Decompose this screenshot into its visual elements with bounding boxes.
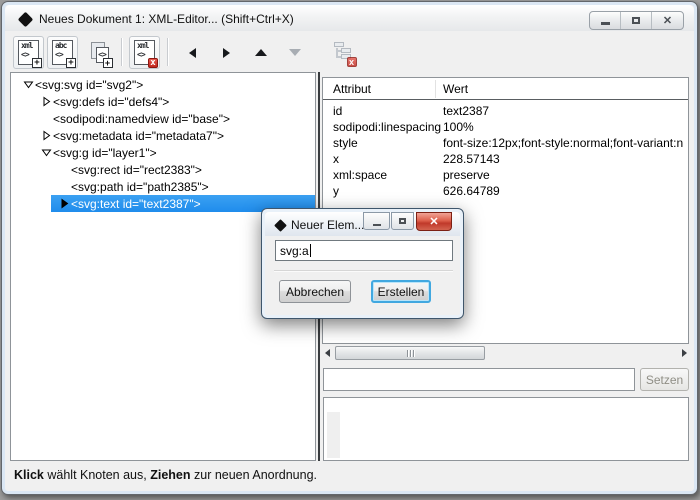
tree-node-svg-metadata[interactable]: <svg:metadata id="metadata7"> <box>11 127 315 144</box>
close-icon: ✕ <box>662 15 673 27</box>
delete-node-icon: xml <> x <box>134 40 158 68</box>
dialog-close-button[interactable]: ✕ <box>416 212 452 231</box>
tree-node-label: <svg:rect id="rect2383"> <box>71 162 202 177</box>
toolbar-separator <box>121 38 122 66</box>
move-node-up-button[interactable] <box>247 36 274 69</box>
maximize-button[interactable] <box>621 12 652 29</box>
tree-node-label: <svg:path id="path2385"> <box>71 179 209 194</box>
expander-expanded-icon[interactable] <box>21 79 35 90</box>
set-value-button[interactable]: Setzen <box>640 368 689 391</box>
tree-node-label: <svg:text id="text2387"> <box>71 196 201 211</box>
attribute-value-textarea[interactable] <box>323 397 689 461</box>
dialog-title: Neuer Elem... <box>291 218 365 232</box>
dialog-separator <box>274 270 453 271</box>
tree-node-svg-defs[interactable]: <svg:defs id="defs4"> <box>11 93 315 110</box>
scrollbar-thumb[interactable] <box>335 346 485 360</box>
new-element-node-button[interactable]: xml <> + <box>13 36 44 69</box>
arrow-right-icon <box>223 47 230 58</box>
dialog-minimize-button[interactable] <box>363 212 390 230</box>
close-icon: ✕ <box>429 216 439 228</box>
minimize-button[interactable] <box>590 12 621 29</box>
attribute-row-x[interactable]: x 228.57143 <box>323 152 688 168</box>
tree-node-label: <svg:defs id="defs4"> <box>53 94 170 109</box>
inkscape-logo-icon <box>274 219 287 232</box>
arrow-up-icon <box>254 49 267 56</box>
column-header-attribut[interactable]: Attribut <box>333 82 371 96</box>
create-button[interactable]: Erstellen <box>371 280 431 303</box>
inkscape-logo-icon <box>17 11 34 28</box>
attribute-row-id[interactable]: id text2387 <box>323 104 688 120</box>
new-text-node-button[interactable]: abc <> + <box>47 36 78 69</box>
move-node-down-button[interactable] <box>281 36 308 69</box>
duplicate-node-icon: <> + <box>88 40 113 68</box>
horizontal-scrollbar[interactable] <box>323 346 689 360</box>
expander-collapsed-icon[interactable] <box>39 130 53 141</box>
element-name-value: svg:a <box>280 243 309 258</box>
status-bold-ziehen: Ziehen <box>150 468 191 482</box>
arrow-left-icon <box>189 47 196 58</box>
attribute-table-header: Attribut Wert <box>323 78 688 100</box>
tree-node-svg-rect[interactable]: <svg:rect id="rect2383"> <box>11 161 315 178</box>
close-button[interactable]: ✕ <box>652 12 683 29</box>
tree-node-svg-g[interactable]: <svg:g id="layer1"> <box>11 144 315 161</box>
attribute-value-input[interactable] <box>323 368 635 391</box>
element-name-input[interactable]: svg:a <box>275 240 453 261</box>
scroll-right-icon[interactable] <box>682 349 687 357</box>
textarea-ghost-block <box>327 412 340 458</box>
window-title: Neues Dokument 1: XML-Editor... (Shift+C… <box>39 12 294 26</box>
toolbar-separator <box>167 38 168 66</box>
tree-node-label: <svg:svg id="svg2"> <box>35 77 144 92</box>
text-caret <box>309 244 311 257</box>
maximize-icon <box>399 218 406 224</box>
expander-expanded-icon[interactable] <box>39 147 53 158</box>
column-header-wert[interactable]: Wert <box>443 82 468 96</box>
dialog-maximize-button[interactable] <box>391 212 414 230</box>
attribute-row-y[interactable]: y 626.64789 <box>323 184 688 200</box>
tree-node-label: <svg:metadata id="metadata7"> <box>53 128 224 143</box>
unindent-node-button[interactable] <box>179 36 206 69</box>
expander-collapsed-icon[interactable] <box>39 96 53 107</box>
delete-attribute-button[interactable]: x <box>327 36 360 69</box>
new-element-node-icon: xml <> + <box>18 40 42 68</box>
new-element-dialog: Neuer Elem... ✕ svg:a Abbrechen Erstelle… <box>261 208 464 319</box>
delete-node-button[interactable]: xml <> x <box>129 36 160 69</box>
minimize-icon <box>600 22 610 25</box>
attribute-row-style[interactable]: style font-size:12px;font-style:normal;f… <box>323 136 688 152</box>
tree-node-sodipodi-namedview[interactable]: <sodipodi:namedview id="base"> <box>11 110 315 127</box>
expander-collapsed-icon[interactable] <box>57 198 71 209</box>
indent-node-button[interactable] <box>213 36 240 69</box>
arrow-down-icon <box>288 49 301 56</box>
duplicate-node-button[interactable]: <> + <box>84 36 115 69</box>
tree-node-svg-svg[interactable]: <svg:svg id="svg2"> <box>11 76 315 93</box>
maximize-icon <box>632 17 640 24</box>
cancel-button[interactable]: Abbrechen <box>279 280 351 303</box>
window-controls: ✕ <box>589 11 684 30</box>
status-bold-klick: Klick <box>14 468 44 482</box>
tree-node-label: <svg:g id="layer1"> <box>53 145 157 160</box>
xml-editor-window: Neues Dokument 1: XML-Editor... (Shift+C… <box>1 1 698 495</box>
status-bar: Klick wählt Knoten aus, Ziehen zur neuen… <box>14 468 318 482</box>
delete-attribute-icon: x <box>333 41 357 67</box>
tree-node-svg-path[interactable]: <svg:path id="path2385"> <box>11 178 315 195</box>
title-bar[interactable]: Neues Dokument 1: XML-Editor... (Shift+C… <box>5 5 694 31</box>
scroll-left-icon[interactable] <box>325 349 330 357</box>
minimize-icon <box>372 223 381 226</box>
new-text-node-icon: abc <> + <box>52 40 76 68</box>
tree-node-label: <sodipodi:namedview id="base"> <box>53 111 230 126</box>
attribute-row-linespacing[interactable]: sodipodi:linespacing 100% <box>323 120 688 136</box>
attribute-row-xml-space[interactable]: xml:space preserve <box>323 168 688 184</box>
